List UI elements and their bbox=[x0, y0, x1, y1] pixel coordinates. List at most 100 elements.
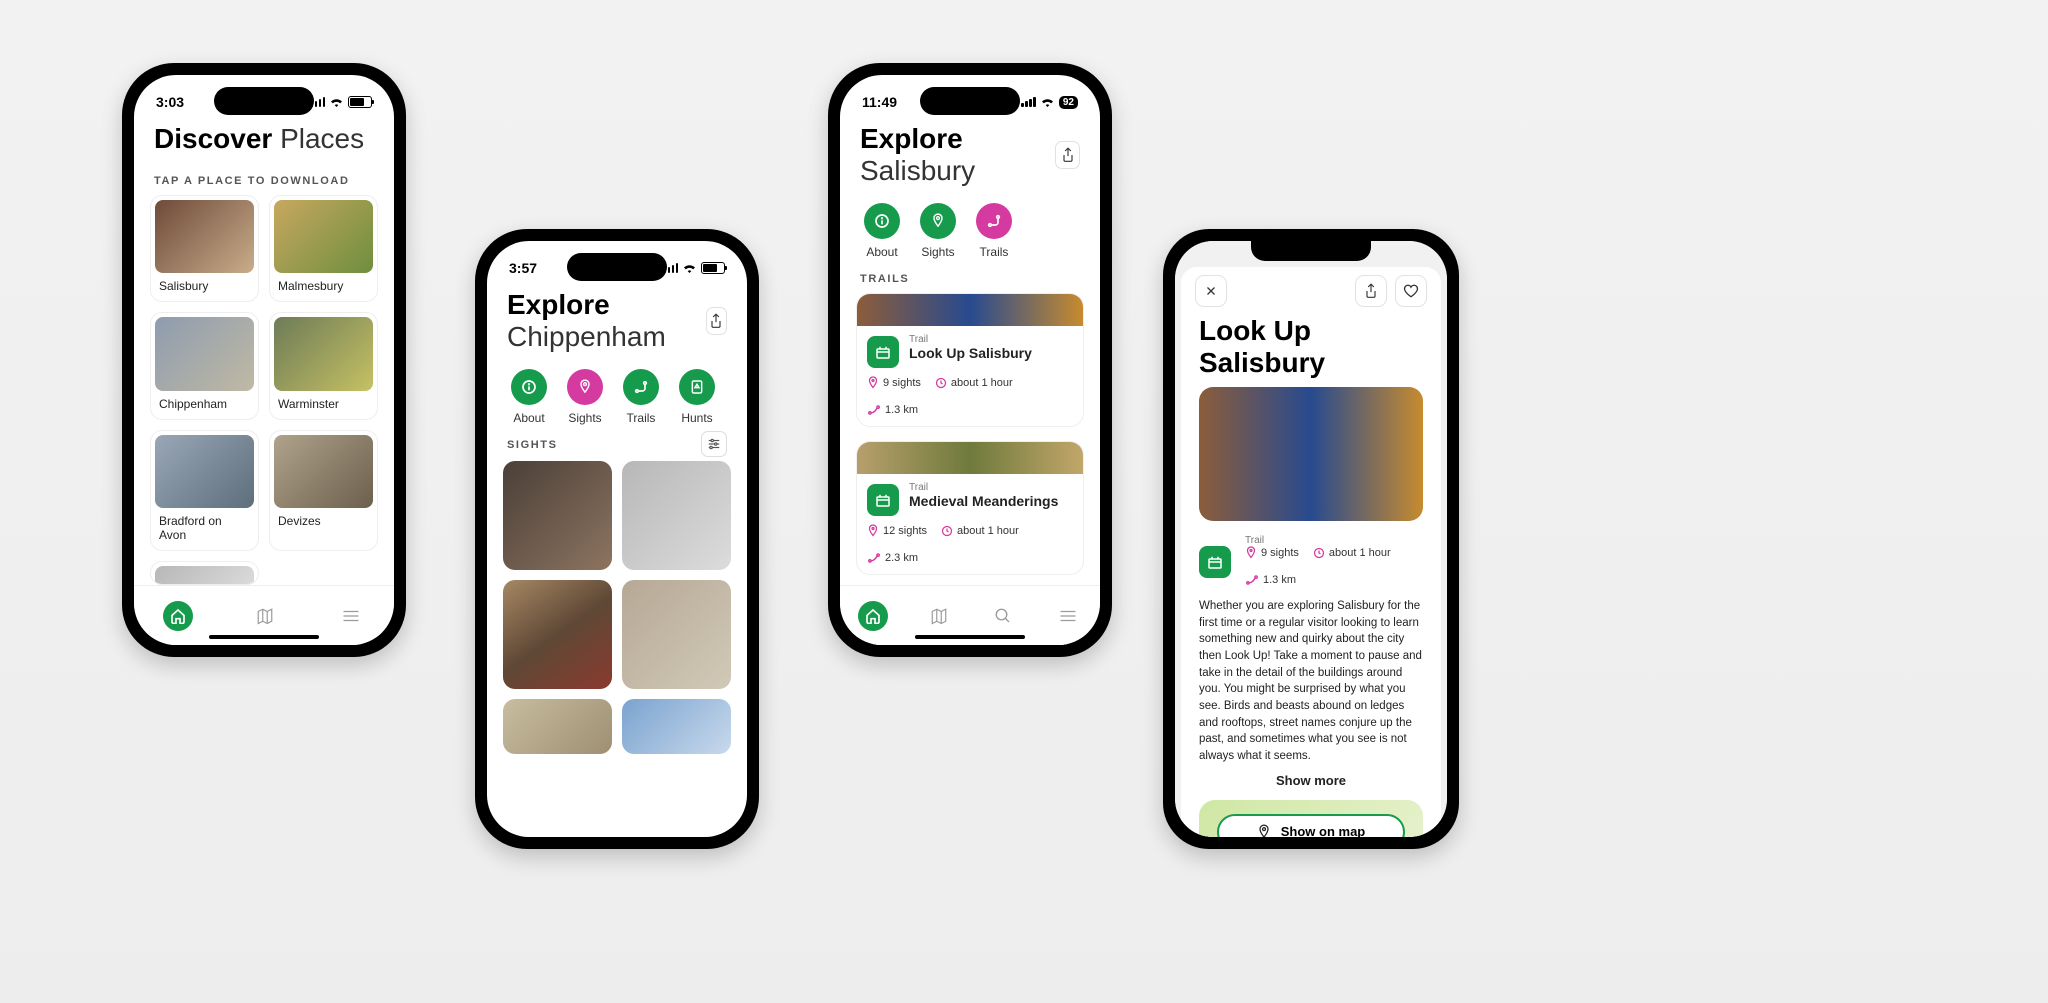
place-name: Bradford on Avon bbox=[155, 508, 254, 542]
tab-menu[interactable] bbox=[337, 602, 365, 630]
meta-duration: about 1 hour bbox=[941, 524, 1019, 538]
tab-search[interactable] bbox=[989, 602, 1017, 630]
dynamic-island bbox=[567, 253, 667, 281]
place-card-devizes[interactable]: Devizes bbox=[269, 430, 378, 551]
show-more-button[interactable]: Show more bbox=[1181, 771, 1441, 790]
tab-home[interactable] bbox=[163, 601, 193, 631]
place-image bbox=[155, 317, 254, 390]
sight-image[interactable] bbox=[503, 461, 612, 570]
favorite-button[interactable] bbox=[1395, 275, 1427, 307]
place-name: Salisbury bbox=[155, 273, 254, 293]
meta-distance: 2.3 km bbox=[867, 552, 918, 564]
show-on-map-button[interactable]: Show on map bbox=[1217, 814, 1405, 837]
place-name: Chippenham bbox=[155, 391, 254, 411]
tab-map[interactable] bbox=[251, 602, 279, 630]
dynamic-island bbox=[214, 87, 314, 115]
chip-hunts[interactable]: Hunts bbox=[679, 369, 715, 425]
close-button[interactable] bbox=[1195, 275, 1227, 307]
sight-image[interactable] bbox=[622, 580, 731, 689]
section-label: TRAILS bbox=[854, 263, 1086, 293]
place-image bbox=[274, 435, 373, 508]
info-icon bbox=[511, 369, 547, 405]
tab-menu[interactable] bbox=[1054, 602, 1082, 630]
meta-sights: 9 sights bbox=[1245, 546, 1299, 560]
sight-image[interactable] bbox=[622, 461, 731, 570]
filter-button[interactable] bbox=[701, 431, 727, 457]
place-card-warminster[interactable]: Warminster bbox=[269, 312, 378, 419]
meta-sights: 12 sights bbox=[867, 524, 927, 538]
meta-distance: 1.3 km bbox=[1245, 574, 1296, 586]
chip-about[interactable]: About bbox=[511, 369, 547, 425]
place-name: Warminster bbox=[274, 391, 373, 411]
trail-hero-image bbox=[1199, 387, 1423, 521]
trail-type-label: Trail bbox=[909, 334, 1032, 345]
place-card-malmesbury[interactable]: Malmesbury bbox=[269, 195, 378, 302]
info-icon bbox=[864, 203, 900, 239]
tab-home[interactable] bbox=[858, 601, 888, 631]
trail-icon bbox=[867, 484, 899, 516]
category-chips: About Sights Trails bbox=[501, 363, 733, 429]
sight-image[interactable] bbox=[622, 699, 731, 754]
sight-grid bbox=[501, 459, 733, 756]
category-chips: About Sights Trails bbox=[854, 197, 1086, 263]
battery-icon bbox=[348, 96, 372, 108]
status-time: 11:49 bbox=[862, 94, 897, 110]
place-image bbox=[274, 317, 373, 390]
trail-banner bbox=[857, 294, 1083, 326]
place-card-chippenham[interactable]: Chippenham bbox=[150, 312, 259, 419]
home-indicator bbox=[209, 635, 319, 639]
trail-banner bbox=[857, 442, 1083, 474]
home-indicator bbox=[915, 635, 1025, 639]
trail-card-medieval[interactable]: Trail Medieval Meanderings 12 sights abo… bbox=[856, 441, 1084, 575]
wifi-icon bbox=[329, 95, 344, 110]
place-name: Devizes bbox=[274, 508, 373, 528]
notch bbox=[1251, 241, 1371, 261]
cellular-icon bbox=[1021, 97, 1036, 107]
section-label: TAP A PLACE TO DOWNLOAD bbox=[148, 165, 380, 195]
page-title: Discover Places bbox=[148, 119, 380, 165]
sight-image[interactable] bbox=[503, 580, 612, 689]
compass-icon bbox=[679, 369, 715, 405]
trail-title: Medieval Meanderings bbox=[909, 493, 1058, 509]
meta-duration: about 1 hour bbox=[1313, 546, 1391, 560]
share-button[interactable] bbox=[706, 307, 727, 335]
place-card-partial[interactable] bbox=[150, 561, 259, 585]
sight-image[interactable] bbox=[503, 699, 612, 754]
meta-sights: 9 sights bbox=[867, 376, 921, 390]
page-title: Explore Chippenham bbox=[507, 289, 706, 353]
trail-title: Look Up Salisbury bbox=[909, 345, 1032, 361]
meta-distance: 1.3 km bbox=[867, 404, 918, 416]
trail-detail-title: Look Up Salisbury bbox=[1181, 315, 1441, 387]
trail-icon bbox=[867, 336, 899, 368]
tab-map[interactable] bbox=[925, 602, 953, 630]
chip-sights[interactable]: Sights bbox=[567, 369, 603, 425]
place-grid: Salisbury Malmesbury Chippenham Warminst… bbox=[148, 195, 380, 585]
trail-type-label: Trail bbox=[909, 482, 1058, 493]
battery-badge: 92 bbox=[1059, 96, 1078, 109]
chip-about[interactable]: About bbox=[864, 203, 900, 259]
chip-sights[interactable]: Sights bbox=[920, 203, 956, 259]
modal-sheet: Look Up Salisbury Trail 9 sights bbox=[1181, 267, 1441, 837]
share-button[interactable] bbox=[1355, 275, 1387, 307]
place-image bbox=[155, 200, 254, 273]
place-name: Malmesbury bbox=[274, 273, 373, 293]
place-card-salisbury[interactable]: Salisbury bbox=[150, 195, 259, 302]
route-icon bbox=[976, 203, 1012, 239]
battery-icon bbox=[701, 262, 725, 274]
status-time: 3:03 bbox=[156, 94, 184, 110]
chip-trails[interactable]: Trails bbox=[976, 203, 1012, 259]
section-label: SIGHTS bbox=[501, 429, 564, 459]
trail-type-label: Trail bbox=[1245, 535, 1423, 546]
status-time: 3:57 bbox=[509, 260, 537, 276]
meta-duration: about 1 hour bbox=[935, 376, 1013, 390]
wifi-icon bbox=[682, 261, 697, 276]
share-button[interactable] bbox=[1055, 141, 1080, 169]
trail-card-lookup[interactable]: Trail Look Up Salisbury 9 sights about 1… bbox=[856, 293, 1084, 427]
page-title: Explore Salisbury bbox=[860, 123, 1055, 187]
place-card-bradford[interactable]: Bradford on Avon bbox=[150, 430, 259, 551]
place-image bbox=[155, 566, 254, 585]
trail-description: Whether you are exploring Salisbury for … bbox=[1181, 592, 1441, 771]
wifi-icon bbox=[1040, 95, 1055, 110]
chip-trails[interactable]: Trails bbox=[623, 369, 659, 425]
place-image bbox=[274, 200, 373, 273]
